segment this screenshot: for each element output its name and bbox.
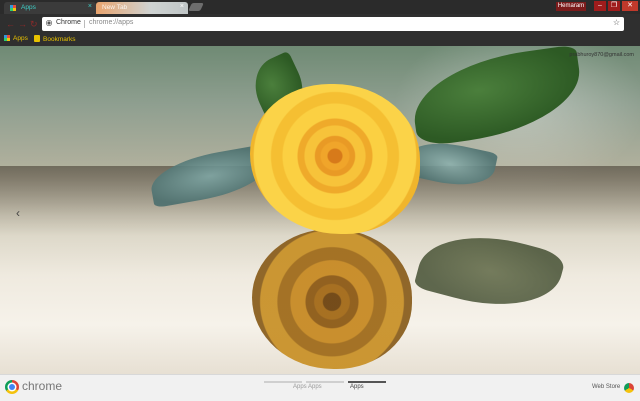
tab-title: New Tab (102, 4, 128, 11)
bookmarks-bar: Apps Bookmarks (0, 34, 640, 46)
profile-button[interactable]: Hemaram (556, 2, 586, 11)
url-text[interactable]: chrome://apps (89, 19, 133, 26)
apps-bottom-bar: chrome Apps Apps Apps Web Store (0, 374, 640, 401)
toolbar: ← → ↻ Chrome chrome://apps ☆ (0, 14, 640, 34)
page-indicator-1[interactable] (264, 381, 302, 383)
tab-apps[interactable]: Apps × (4, 2, 96, 14)
page-label-2[interactable]: Apps (308, 384, 322, 390)
close-tab-icon[interactable]: × (180, 3, 184, 10)
bookmark-apps[interactable]: Apps (4, 35, 28, 42)
page-label-1[interactable]: Apps (293, 384, 307, 390)
chrome-logo-icon (5, 380, 19, 394)
bookmark-label: Apps (13, 35, 28, 42)
close-window-button[interactable]: ✕ (622, 1, 638, 11)
omnibox-divider (84, 20, 85, 28)
bookmark-bookmarks[interactable]: Bookmarks (34, 35, 76, 43)
web-store-link[interactable]: Web Store (592, 384, 620, 390)
page-indicator-2[interactable] (306, 381, 344, 383)
bookmark-icon (34, 35, 40, 42)
maximize-button[interactable]: ❐ (608, 1, 620, 11)
minimize-button[interactable]: – (594, 1, 606, 11)
reload-button[interactable]: ↻ (30, 18, 40, 30)
tab-title: Apps (21, 4, 36, 11)
apps-grid-icon (4, 35, 10, 41)
page-label-3[interactable]: Apps (350, 384, 364, 390)
new-tab-button[interactable] (188, 3, 204, 11)
close-tab-icon[interactable]: × (88, 3, 92, 10)
bookmark-label: Bookmarks (43, 36, 76, 43)
forward-button[interactable]: → (18, 18, 28, 30)
chrome-page-icon (46, 20, 52, 26)
origin-chip: Chrome (56, 19, 81, 26)
apps-page-background: prabhuroy870@gmail.com ‹ (0, 46, 640, 374)
back-button[interactable]: ← (6, 18, 16, 30)
bookmark-star-icon[interactable]: ☆ (613, 18, 620, 27)
web-store-icon[interactable] (624, 383, 634, 393)
page-indicator-3[interactable] (348, 381, 386, 383)
previous-page-arrow[interactable]: ‹ (16, 206, 20, 220)
address-bar[interactable]: Chrome chrome://apps ☆ (42, 17, 624, 31)
tab-new-tab[interactable]: New Tab × (96, 2, 188, 14)
chrome-logo-text: chrome (22, 379, 63, 393)
tab-strip: Apps × New Tab × Hemaram – ❐ ✕ (0, 0, 640, 14)
signed-in-email[interactable]: prabhuroy870@gmail.com (569, 52, 634, 58)
rose-reflection (252, 229, 412, 369)
rose-leaf (407, 46, 587, 148)
apps-grid-icon (10, 5, 16, 11)
